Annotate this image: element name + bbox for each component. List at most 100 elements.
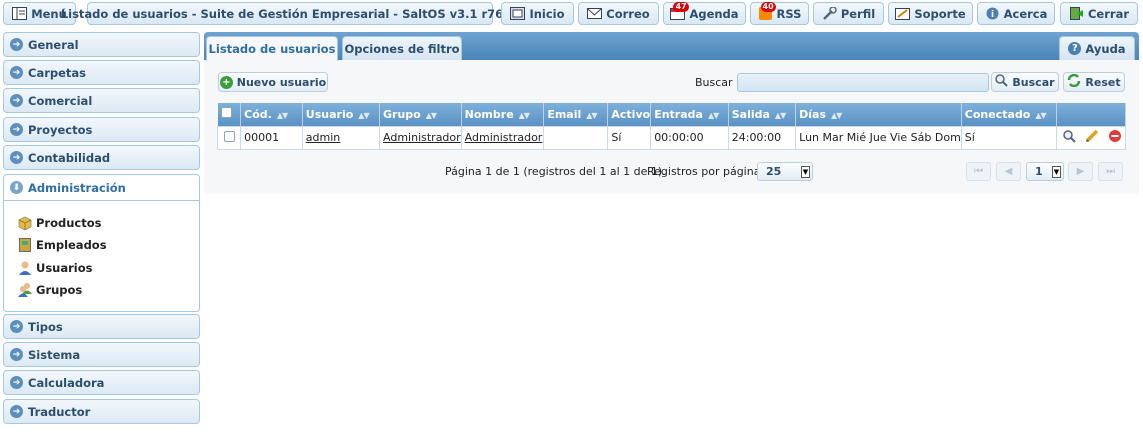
column-header-email[interactable]: Email ▲▼ [543, 103, 609, 126]
agenda-button[interactable]: 47 Agenda [663, 2, 746, 25]
id-card-icon [17, 237, 33, 253]
rss-badge: 40 [760, 2, 776, 12]
sidebar-item-comercial[interactable]: ➔ Comercial [3, 88, 200, 113]
next-page-icon: ▶ [1076, 166, 1085, 177]
sort-icon[interactable]: ▲▼ [708, 111, 719, 120]
search-label: Buscar [695, 76, 733, 89]
correo-label: Correo [606, 6, 650, 21]
cerrar-label: Cerrar [1087, 6, 1129, 21]
column-header-grupo[interactable]: Grupo ▲▼ [379, 103, 462, 126]
nombre-link[interactable]: Administrador [465, 131, 543, 144]
select-all-checkbox[interactable] [220, 107, 232, 119]
search-input[interactable] [737, 73, 989, 92]
arrow-right-icon: ➔ [10, 66, 23, 79]
table-row[interactable]: 00001 admin Administrador Administrador … [216, 125, 1126, 150]
reset-button[interactable]: Reset [1063, 72, 1125, 92]
sidebar-item-general[interactable]: ➔ General [3, 32, 200, 57]
magnifier-icon [995, 74, 1009, 90]
acerca-button[interactable]: i Acerca [977, 2, 1055, 25]
column-header-conectado[interactable]: Conectado ▲▼ [961, 103, 1058, 126]
inicio-button[interactable]: Inicio [501, 2, 574, 25]
sidebar-item-contabilidad[interactable]: ➔ Contabilidad [3, 145, 200, 170]
submenu-item-empleados[interactable]: Empleados [17, 237, 107, 253]
edit-icon[interactable] [1085, 129, 1099, 146]
arrow-right-icon: ➔ [10, 123, 23, 136]
top-bar: Menú Listado de usuarios - Suite de Gest… [0, 0, 1143, 28]
row-checkbox[interactable] [224, 130, 235, 142]
cerrar-button[interactable]: Cerrar [1060, 2, 1138, 25]
column-header-cod[interactable]: Cód. ▲▼ [240, 103, 303, 126]
column-header-usuario[interactable]: Usuario ▲▼ [302, 103, 381, 126]
main-panel: Listado de usuarios Opciones de filtro ?… [204, 32, 1139, 194]
rss-button[interactable]: 40 RSS [750, 2, 809, 25]
view-icon[interactable] [1063, 129, 1076, 146]
submenu-item-productos[interactable]: Productos [17, 215, 101, 231]
sort-icon[interactable]: ▲▼ [831, 111, 842, 120]
grupo-link[interactable]: Administrador [383, 131, 461, 144]
sort-icon[interactable]: ▲▼ [519, 111, 530, 120]
info-icon: i [985, 7, 1000, 20]
user-icon [17, 260, 33, 276]
submenu-item-usuarios[interactable]: Usuarios [17, 260, 93, 276]
column-header-salida[interactable]: Salida ▲▼ [728, 103, 797, 126]
column-label: Cód. [244, 107, 272, 121]
select-all-header[interactable] [217, 103, 242, 126]
column-header-dias[interactable]: Días ▲▼ [795, 103, 962, 126]
sidebar-item-traductor[interactable]: ➔ Traductor [3, 399, 200, 424]
sort-icon[interactable]: ▲▼ [1035, 111, 1046, 120]
perfil-button[interactable]: Perfil [813, 2, 884, 25]
help-icon: ? [1068, 42, 1082, 55]
sidebar-item-proyectos[interactable]: ➔ Proyectos [3, 117, 200, 142]
cell-conectado: Sí [960, 125, 1058, 150]
column-header-entrada[interactable]: Entrada ▲▼ [650, 103, 729, 126]
delete-icon[interactable] [1108, 129, 1122, 146]
rss-label: RSS [776, 6, 802, 21]
help-button[interactable]: ? Ayuda [1059, 36, 1135, 60]
prev-page-button[interactable]: ◀ [996, 162, 1021, 181]
group-icon [17, 282, 33, 298]
next-page-button[interactable]: ▶ [1068, 162, 1093, 181]
arrow-down-icon: ⬇ [10, 181, 23, 194]
tab-filtro[interactable]: Opciones de filtro [342, 36, 462, 60]
calendar-icon: 47 [670, 2, 689, 20]
per-page-label: Registros por página: [647, 165, 765, 178]
sort-icon[interactable]: ▲▼ [426, 111, 437, 120]
per-page-select[interactable]: 25 ▼ [757, 162, 813, 181]
last-page-button[interactable]: ⏭ [1098, 162, 1123, 181]
sort-icon[interactable]: ▲▼ [358, 111, 369, 120]
correo-button[interactable]: Correo [578, 2, 659, 25]
tab-label: Listado de usuarios [208, 42, 336, 56]
sidebar-item-label: Comercial [28, 93, 93, 108]
administracion-submenu: Productos Empleados Usuarios Grupos [3, 200, 200, 312]
sidebar-item-administracion[interactable]: ⬇ Administración [3, 174, 200, 200]
box-icon [17, 215, 33, 231]
column-header-actions [1056, 103, 1126, 126]
row-select-cell[interactable] [216, 125, 242, 150]
sidebar-item-tipos[interactable]: ➔ Tipos [3, 314, 200, 339]
sidebar-item-carpetas[interactable]: ➔ Carpetas [3, 60, 200, 85]
soporte-button[interactable]: Soporte [888, 2, 973, 25]
column-header-nombre[interactable]: Nombre ▲▼ [461, 103, 545, 126]
sidebar-item-label: Proyectos [28, 122, 93, 137]
rss-icon: 40 [758, 2, 776, 20]
submenu-label: Usuarios [36, 261, 93, 275]
perfil-label: Perfil [840, 6, 876, 21]
tab-listado[interactable]: Listado de usuarios [206, 36, 338, 61]
usuario-link[interactable]: admin [306, 131, 340, 144]
new-user-button[interactable]: + Nuevo usuario [218, 72, 328, 92]
submenu-item-grupos[interactable]: Grupos [17, 282, 82, 298]
column-label: Nombre [464, 107, 514, 121]
sidebar-item-sistema[interactable]: ➔ Sistema [3, 342, 200, 367]
sidebar-item-calculadora[interactable]: ➔ Calculadora [3, 370, 200, 395]
tab-label: Opciones de filtro [344, 41, 460, 56]
acerca-label: Acerca [1003, 6, 1048, 21]
first-page-button[interactable]: ⏮ [966, 162, 991, 181]
submenu-label: Grupos [36, 283, 83, 297]
search-button[interactable]: Buscar [991, 72, 1059, 92]
page-select[interactable]: 1 ▼ [1026, 162, 1064, 181]
sort-icon[interactable]: ▲▼ [586, 111, 597, 120]
sort-icon[interactable]: ▲▼ [775, 111, 786, 120]
sort-icon[interactable]: ▲▼ [277, 111, 288, 120]
sidebar-item-label: Sistema [28, 347, 81, 362]
inicio-label: Inicio [529, 6, 565, 21]
